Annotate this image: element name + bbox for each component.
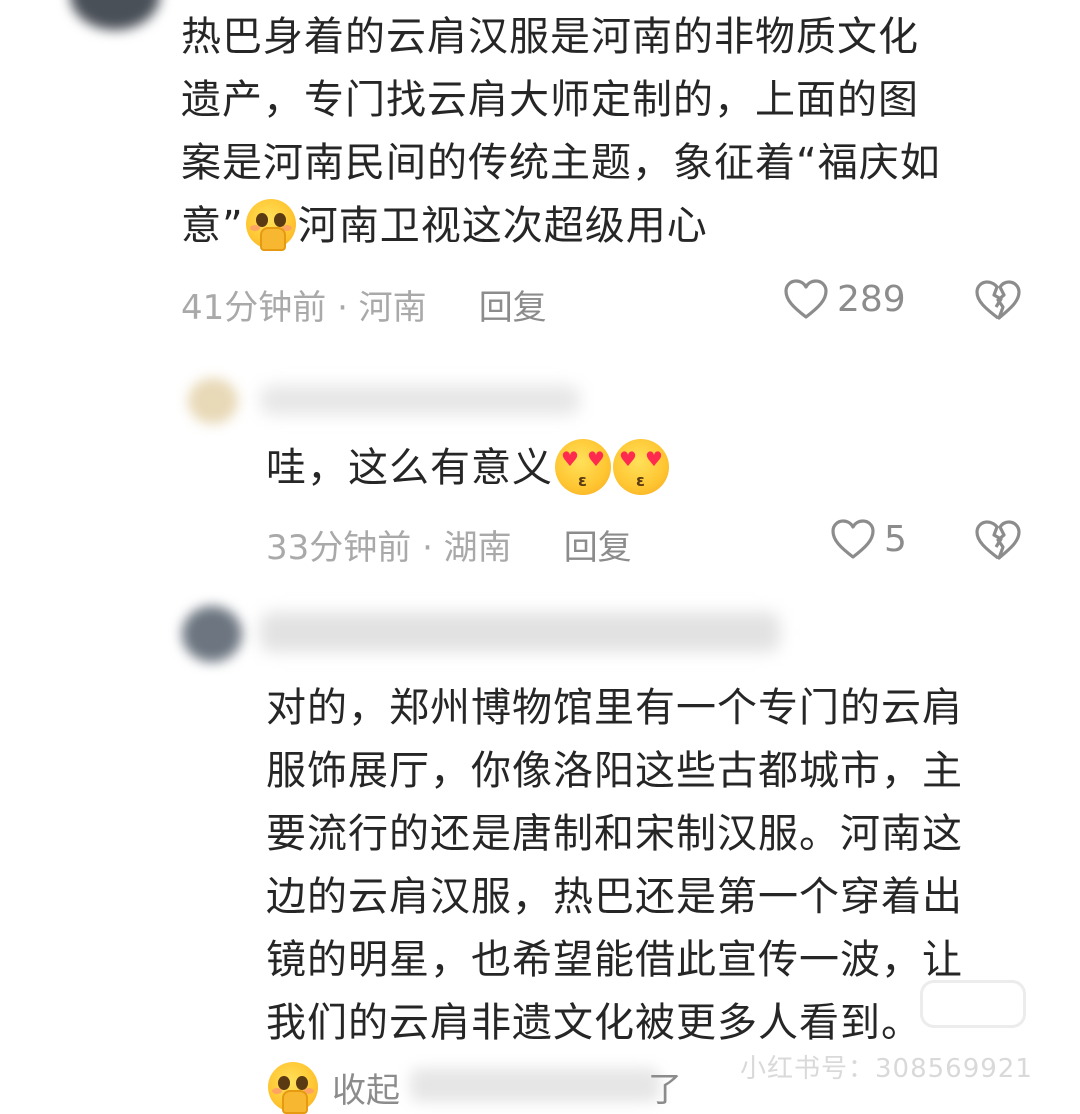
like-count: 289 (837, 278, 906, 320)
comment-meta: 33分钟前 · 湖南 回复 (266, 520, 632, 569)
comment-meta: 41分钟前 · 河南 回复 (181, 280, 547, 329)
heart-icon (784, 279, 828, 319)
comment-line-head: 意” (181, 203, 244, 249)
broken-heart-icon (975, 280, 1021, 320)
username-redacted (260, 612, 780, 652)
comment-line-tail: 河南卫视这次超级用心 (297, 203, 708, 249)
hush-emoji-icon (245, 199, 296, 251)
collapse-button[interactable]: 收起 (266, 1062, 400, 1114)
comment-thread: 热巴身着的云肩汉服是河南的非物质文化 遗产，专门找云肩大师定制的，上面的图 案是… (0, 0, 1080, 1114)
watermark-logo (920, 980, 1026, 1028)
comment-line: 我们的云肩非遗文化被更多人看到。 (266, 1000, 922, 1046)
comment-line: 哇，这么有意义 ♥ ♥ ε ♥ ♥ ε (266, 437, 669, 500)
avatar[interactable] (188, 378, 238, 424)
comment-body: 热巴身着的云肩汉服是河南的非物质文化 遗产，专门找云肩大师定制的，上面的图 案是… (181, 6, 941, 258)
dislike-button[interactable] (974, 278, 1022, 326)
timestamp-location: 41分钟前 · 河南 (181, 288, 427, 328)
like-count: 5 (884, 518, 907, 560)
comment-line-4: 意” 河南卫视这次超级用心 (181, 195, 941, 258)
comment-line: 对的，郑州博物馆里有一个专门的云肩 (266, 685, 963, 731)
dislike-button[interactable] (974, 518, 1022, 566)
comment-line: 边的云肩汉服，热巴还是第一个穿着出 (266, 874, 963, 920)
heart-eyes-kiss-emoji-icon: ♥ ♥ ε (613, 439, 669, 495)
hush-emoji-icon (268, 1062, 318, 1114)
username-redacted (260, 385, 580, 415)
comment-line: 遗产，专门找云肩大师定制的，上面的图 (181, 77, 919, 123)
collapse-tail: 了 (648, 1070, 682, 1110)
reply-button[interactable]: 回复 (564, 528, 632, 568)
comment-body: 对的，郑州博物馆里有一个专门的云肩 服饰展厅，你像洛阳这些古都城市，主 要流行的… (266, 677, 963, 1055)
heart-eyes-kiss-emoji-icon: ♥ ♥ ε (555, 439, 611, 495)
like-button[interactable]: 289 (783, 278, 906, 320)
comment-line: 服饰展厅，你像洛阳这些古都城市，主 (266, 748, 963, 794)
comment-line: 案是河南民间的传统主题，象征着“福庆如 (181, 140, 941, 186)
redacted-text (410, 1068, 660, 1102)
collapse-label: 收起 (332, 1070, 400, 1111)
reply-button[interactable]: 回复 (479, 288, 547, 328)
comment-body: 哇，这么有意义 ♥ ♥ ε ♥ ♥ ε (266, 437, 669, 500)
like-button[interactable]: 5 (830, 518, 907, 560)
avatar[interactable] (70, 0, 160, 30)
heart-icon (831, 519, 875, 559)
watermark-id: 小红书号：308569921 (740, 1054, 1033, 1084)
timestamp-location: 33分钟前 · 湖南 (266, 528, 512, 568)
comment-line: 热巴身着的云肩汉服是河南的非物质文化 (181, 14, 919, 60)
avatar[interactable] (182, 606, 242, 662)
comment-line: 要流行的还是唐制和宋制汉服。河南这 (266, 811, 963, 857)
broken-heart-icon (975, 520, 1021, 560)
comment-line: 镜的明星，也希望能借此宣传一波，让 (266, 937, 963, 983)
comment-text: 哇，这么有意义 (266, 445, 553, 491)
